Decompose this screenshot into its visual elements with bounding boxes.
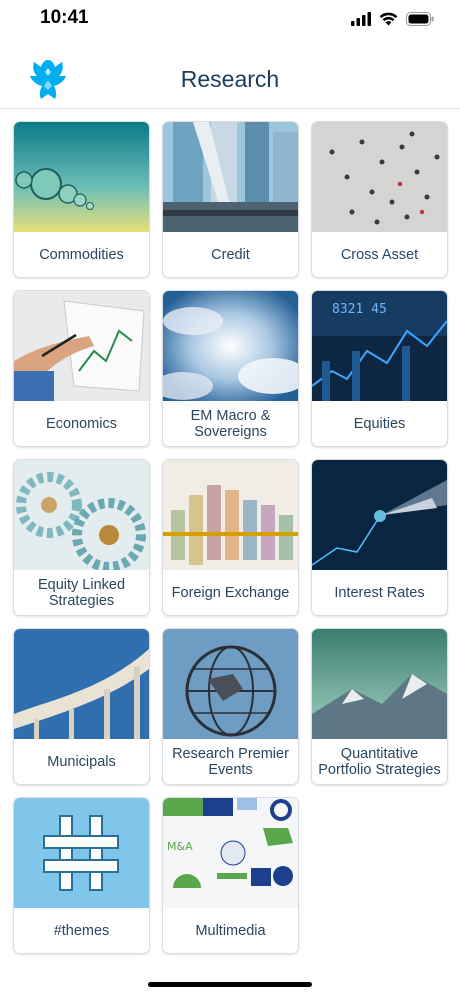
tile-label: Interest Rates — [334, 584, 425, 601]
tile-foreign-exchange[interactable]: Foreign Exchange — [162, 459, 299, 616]
tile-quantitative[interactable]: Quantitative Portfolio Strategies — [311, 628, 448, 785]
water-droplets-image — [14, 122, 149, 232]
pen-tip-image — [312, 460, 447, 570]
mountains-image — [312, 629, 447, 739]
status-bar: 10:41 — [0, 0, 460, 44]
page-title: Research — [180, 66, 280, 92]
sky-clouds-image — [163, 291, 298, 401]
tile-economics[interactable]: Economics — [13, 290, 150, 447]
stock-ticker-image: 8321 45 — [312, 291, 447, 401]
wifi-icon — [379, 12, 398, 26]
tile-equities[interactable]: 8321 45 Equities — [311, 290, 448, 447]
tile-label: EM Macro & Sovereigns — [190, 407, 271, 440]
tile-em-macro[interactable]: EM Macro & Sovereigns — [162, 290, 299, 447]
tile-municipals[interactable]: Municipals — [13, 628, 150, 785]
tile-cross-asset[interactable]: Cross Asset — [311, 121, 448, 278]
svg-text:8321 45: 8321 45 — [332, 302, 387, 317]
status-time: 10:41 — [40, 7, 89, 28]
tile-label: Equity Linked Strategies — [37, 576, 126, 609]
infographic-image: M&A — [163, 798, 298, 908]
tile-label: Credit — [211, 246, 250, 263]
tile-credit[interactable]: Credit — [162, 121, 299, 278]
hand-chart-image — [14, 291, 149, 401]
tile-label: Cross Asset — [340, 246, 419, 263]
tile-label: Research Premier Events — [172, 745, 289, 778]
tile-themes[interactable]: #themes — [13, 797, 150, 954]
tile-label: Economics — [46, 415, 117, 432]
tile-multimedia[interactable]: M&A Multimedia — [162, 797, 299, 954]
unisphere-image — [163, 629, 298, 739]
home-indicator[interactable] — [148, 982, 312, 987]
tile-research-premier-events[interactable]: Research Premier Events — [162, 628, 299, 785]
tile-label: Equities — [353, 415, 406, 432]
battery-icon — [406, 12, 434, 26]
app-header: Research — [0, 44, 460, 109]
tile-interest-rates[interactable]: Interest Rates — [311, 459, 448, 616]
tile-label: Quantitative Portfolio Strategies — [318, 745, 441, 778]
status-icons — [351, 12, 434, 26]
gears-image — [14, 460, 149, 570]
tile-label: Foreign Exchange — [171, 584, 290, 601]
crowd-aerial-image — [312, 122, 447, 232]
hashtag-image — [14, 798, 149, 908]
tile-label: Commodities — [39, 246, 124, 263]
tile-label: #themes — [53, 922, 110, 939]
currency-rolls-image — [163, 460, 298, 570]
tile-label: Municipals — [47, 753, 116, 770]
svg-text:M&A: M&A — [167, 840, 193, 853]
tile-equity-linked[interactable]: Equity Linked Strategies — [13, 459, 150, 616]
tile-commodities[interactable]: Commodities — [13, 121, 150, 278]
highway-overpass-image — [14, 629, 149, 739]
tile-label: Multimedia — [195, 922, 266, 939]
signal-icon — [351, 12, 371, 26]
city-buildings-image — [163, 122, 298, 232]
